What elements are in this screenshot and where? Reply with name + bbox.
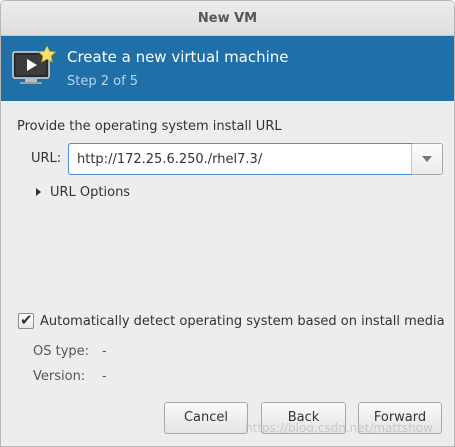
triangle-right-icon xyxy=(36,188,41,196)
window-title: New VM xyxy=(1,1,454,36)
url-combobox xyxy=(68,143,443,175)
wizard-header: Create a new virtual machine Step 2 of 5 xyxy=(1,36,454,101)
checkmark-icon: ✔ xyxy=(20,311,33,329)
auto-detect-label[interactable]: Automatically detect operating system ba… xyxy=(40,314,445,329)
version-value: - xyxy=(102,369,107,384)
url-options-label: URL Options xyxy=(50,184,131,200)
wizard-title: Create a new virtual machine xyxy=(67,48,289,66)
new-vm-dialog: New VM Create a new virtual machine Step… xyxy=(0,0,455,447)
auto-detect-row: ✔ Automatically detect operating system … xyxy=(18,311,445,330)
cancel-button[interactable]: Cancel xyxy=(164,402,248,434)
version-label: Version: xyxy=(33,369,86,384)
os-type-label: OS type: xyxy=(33,344,90,359)
os-type-value: - xyxy=(102,344,107,359)
url-input[interactable] xyxy=(69,144,411,174)
auto-detect-checkbox[interactable]: ✔ xyxy=(18,311,34,329)
vm-monitor-icon xyxy=(11,45,57,88)
url-dropdown-button[interactable] xyxy=(411,144,442,174)
install-url-prompt: Provide the operating system install URL xyxy=(17,119,282,134)
url-options-expander[interactable]: URL Options xyxy=(36,183,130,201)
back-button[interactable]: Back xyxy=(261,402,346,434)
url-label: URL: xyxy=(31,151,62,166)
chevron-down-icon xyxy=(422,156,432,162)
wizard-step: Step 2 of 5 xyxy=(67,74,139,89)
forward-button[interactable]: Forward xyxy=(358,402,442,434)
